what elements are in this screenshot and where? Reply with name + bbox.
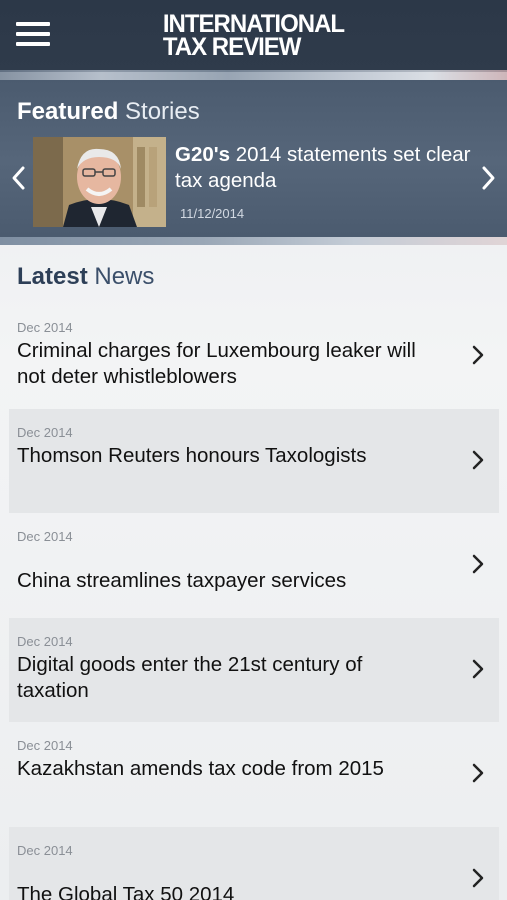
chevron-right-icon <box>471 344 485 366</box>
news-headline: Digital goods enter the 21st century of … <box>17 652 363 702</box>
news-headline: Kazakhstan amends tax code from 2015 <box>17 757 384 780</box>
chevron-right-icon[interactable] <box>479 164 499 192</box>
latest-news-title: Latest News <box>17 263 154 291</box>
news-date: Dec 2014 <box>17 738 73 753</box>
news-list-item[interactable]: Dec 2014 The Global Tax 50 2014 <box>9 826 499 900</box>
news-date: Dec 2014 <box>17 424 73 440</box>
news-list-item[interactable]: Dec 2014 Digital goods enter the 21st ce… <box>9 617 499 722</box>
chevron-right-icon <box>471 553 485 575</box>
app-logo: INTERNATIONAL TAX REVIEW <box>162 11 345 62</box>
app-header: INTERNATIONAL TAX REVIEW <box>0 0 507 72</box>
featured-title-light: Stories <box>125 98 200 125</box>
featured-stories-section: Featured Stories G20's 2014 statements s… <box>0 80 507 242</box>
featured-headline-bold: G20's <box>175 143 231 166</box>
latest-news-list: Dec 2014 Criminal charges for Luxembourg… <box>9 304 499 900</box>
chevron-right-icon <box>471 867 485 889</box>
featured-section-title: Featured Stories <box>17 98 200 126</box>
hamburger-menu-icon[interactable] <box>16 22 50 48</box>
news-date: Dec 2014 <box>17 842 73 858</box>
news-list-item[interactable]: Dec 2014 Kazakhstan amends tax code from… <box>9 722 499 827</box>
news-date: Dec 2014 <box>17 529 73 544</box>
featured-divider <box>0 237 507 245</box>
chevron-left-icon[interactable] <box>8 164 28 192</box>
featured-title-strong: Featured <box>17 98 119 125</box>
chevron-right-icon <box>471 762 485 784</box>
app-screen: INTERNATIONAL TAX REVIEW Featured Storie… <box>0 0 507 900</box>
news-date: Dec 2014 <box>17 320 73 335</box>
latest-title-light: News <box>94 263 155 290</box>
logo-line-2: TAX REVIEW <box>162 32 302 62</box>
featured-story-headline[interactable]: G20's 2014 statements set clear tax agen… <box>175 142 495 194</box>
header-divider <box>0 70 507 80</box>
news-headline: The Global Tax 50 2014 <box>17 882 235 900</box>
chevron-right-icon <box>471 449 485 471</box>
featured-story-image[interactable] <box>33 137 166 227</box>
chevron-right-icon <box>471 658 485 680</box>
latest-title-strong: Latest <box>17 263 88 290</box>
news-date: Dec 2014 <box>17 633 73 649</box>
news-headline: China streamlines taxpayer services <box>17 569 347 592</box>
news-headline: Criminal charges for Luxembourg leaker w… <box>17 339 416 388</box>
featured-story-date: 11/12/2014 <box>180 206 245 221</box>
news-headline: Thomson Reuters honours Taxologists <box>17 443 367 467</box>
news-list-item[interactable]: Dec 2014 China streamlines taxpayer serv… <box>9 513 499 618</box>
news-list-item[interactable]: Dec 2014 Criminal charges for Luxembourg… <box>9 304 499 409</box>
news-list-item[interactable]: Dec 2014 Thomson Reuters honours Taxolog… <box>9 408 499 513</box>
